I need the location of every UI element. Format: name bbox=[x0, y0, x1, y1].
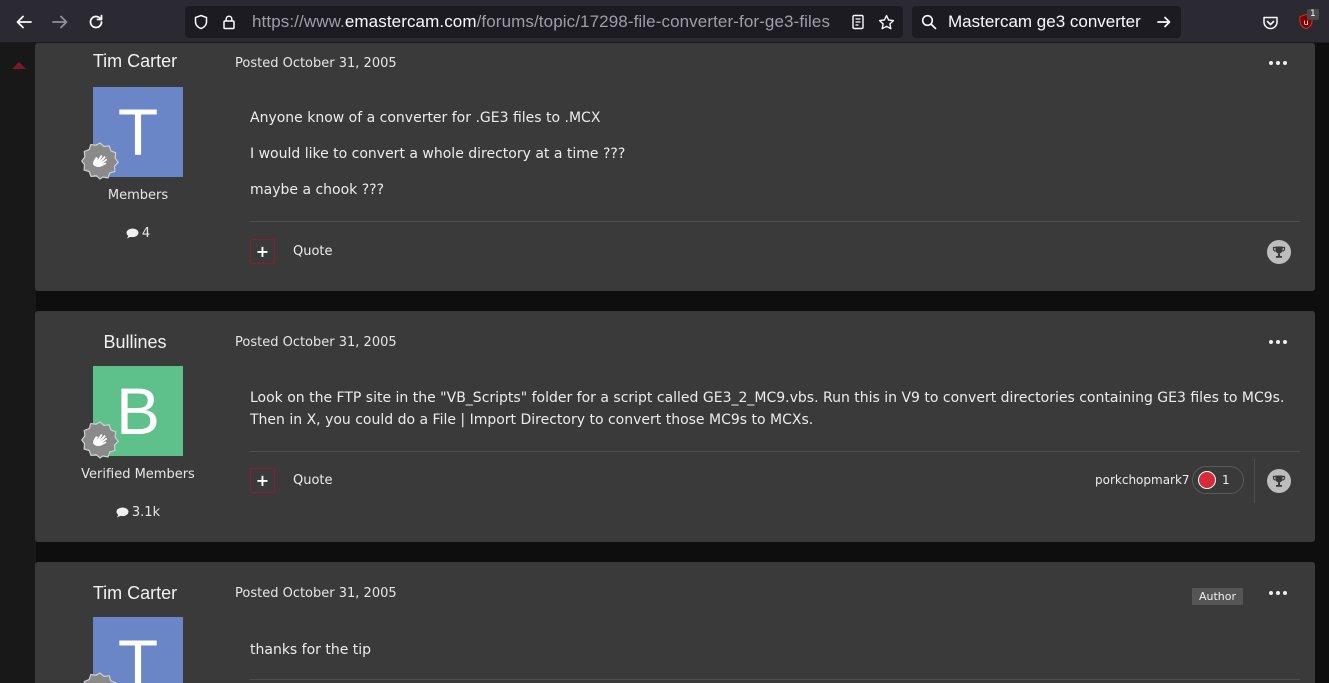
plus-icon: + bbox=[255, 471, 270, 490]
post-count-value: 3.1k bbox=[131, 505, 161, 520]
search-bar[interactable]: Mastercam ge3 converter bbox=[912, 6, 1181, 38]
search-icon bbox=[918, 11, 940, 33]
author-name[interactable]: Tim Carter bbox=[35, 583, 235, 604]
author-badge: Author bbox=[1191, 588, 1243, 605]
reaction-count: 1 bbox=[1222, 473, 1230, 487]
reaction-emoji-icon bbox=[1198, 471, 1216, 489]
post-content: Anyone know of a converter for .GE3 file… bbox=[250, 107, 1300, 215]
posted-date[interactable]: Posted October 31, 2005 bbox=[235, 335, 397, 350]
speech-bubble-icon bbox=[116, 507, 129, 518]
ublock-extension-button[interactable]: u 1 bbox=[1292, 8, 1320, 36]
post-count[interactable]: 4 bbox=[35, 226, 241, 241]
posted-date[interactable]: Posted October 31, 2005 bbox=[235, 56, 397, 71]
pocket-icon bbox=[1262, 16, 1278, 29]
url-host: emastercam.com bbox=[344, 12, 477, 31]
author-name[interactable]: Tim Carter bbox=[35, 51, 235, 72]
post-count-value: 4 bbox=[141, 226, 151, 241]
reaction-summary[interactable]: 1 bbox=[1192, 466, 1244, 494]
url-prefix: https://www. bbox=[252, 12, 345, 31]
forum-page: Tim Carter T Members 4 Posted October 31… bbox=[0, 43, 1329, 683]
shield-icon[interactable] bbox=[190, 11, 212, 33]
reload-icon bbox=[89, 14, 103, 29]
trophy-icon bbox=[1272, 475, 1286, 487]
post-content: thanks for the tip bbox=[250, 639, 1300, 675]
trophy-icon bbox=[1272, 246, 1286, 258]
rank-badge-icon bbox=[81, 142, 119, 180]
forward-button[interactable] bbox=[46, 8, 74, 36]
multiquote-add-button[interactable]: + bbox=[250, 239, 275, 264]
url-text[interactable]: https://www.emastercam.com/forums/topic/… bbox=[252, 12, 839, 32]
post-divider bbox=[250, 451, 1300, 452]
url-bar[interactable]: https://www.emastercam.com/forums/topic/… bbox=[185, 6, 903, 38]
member-group: Members bbox=[107, 188, 169, 203]
member-group: Verified Members bbox=[81, 467, 195, 482]
post-content: Look on the FTP site in the "VB_Scripts"… bbox=[250, 387, 1300, 445]
search-go-arrow-icon[interactable] bbox=[1153, 11, 1175, 33]
rank-badge-icon bbox=[81, 421, 119, 459]
plus-icon: + bbox=[255, 242, 270, 261]
post-divider bbox=[250, 679, 1300, 680]
post-paragraph: Anyone know of a converter for .GE3 file… bbox=[250, 110, 601, 126]
posted-date[interactable]: Posted October 31, 2005 bbox=[235, 586, 397, 601]
back-button[interactable] bbox=[10, 8, 38, 36]
search-query[interactable]: Mastercam ge3 converter bbox=[948, 12, 1153, 32]
speech-bubble-icon bbox=[126, 228, 139, 239]
reload-button[interactable] bbox=[82, 8, 110, 36]
reaction-button[interactable] bbox=[1267, 240, 1291, 264]
reader-view-icon[interactable] bbox=[847, 11, 869, 33]
reaction-separator bbox=[1254, 459, 1255, 503]
post-menu-button[interactable] bbox=[1269, 58, 1287, 68]
post-paragraph: thanks for the tip bbox=[250, 642, 372, 658]
pocket-button[interactable] bbox=[1256, 8, 1284, 36]
post-divider bbox=[250, 221, 1300, 222]
post-1: Tim Carter T Members 4 Posted October 31… bbox=[35, 43, 1315, 291]
post-count[interactable]: 3.1k bbox=[35, 505, 241, 520]
post-3: Tim Carter T Posted October 31, 2005 Aut… bbox=[35, 562, 1315, 683]
lock-icon[interactable] bbox=[218, 11, 240, 33]
scroll-up-arrow-icon[interactable] bbox=[12, 62, 26, 69]
left-strip bbox=[0, 43, 36, 683]
post-2: Bullines B Verified Members 3.1k Posted … bbox=[35, 311, 1315, 542]
author-name[interactable]: Bullines bbox=[35, 332, 235, 353]
browser-toolbar: https://www.emastercam.com/forums/topic/… bbox=[0, 0, 1329, 43]
post-paragraph: maybe a chook ??? bbox=[250, 182, 385, 198]
arrow-left-icon bbox=[16, 15, 32, 29]
quote-button[interactable]: Quote bbox=[293, 473, 333, 488]
reaction-button[interactable] bbox=[1267, 469, 1291, 493]
extension-badge: 1 bbox=[1307, 9, 1319, 20]
multiquote-add-button[interactable]: + bbox=[250, 468, 275, 493]
post-paragraph: Look on the FTP site in the "VB_Scripts"… bbox=[250, 390, 1285, 428]
quote-button[interactable]: Quote bbox=[293, 244, 333, 259]
reaction-user[interactable]: porkchopmark7 bbox=[1095, 473, 1190, 487]
arrow-right-icon bbox=[52, 15, 68, 29]
post-paragraph: I would like to convert a whole director… bbox=[250, 146, 626, 162]
post-menu-button[interactable] bbox=[1269, 337, 1287, 347]
rank-badge-icon bbox=[83, 672, 117, 683]
post-menu-button[interactable] bbox=[1269, 588, 1287, 598]
url-path: /forums/topic/17298-file-converter-for-g… bbox=[476, 12, 831, 31]
bookmark-star-icon[interactable] bbox=[875, 11, 897, 33]
